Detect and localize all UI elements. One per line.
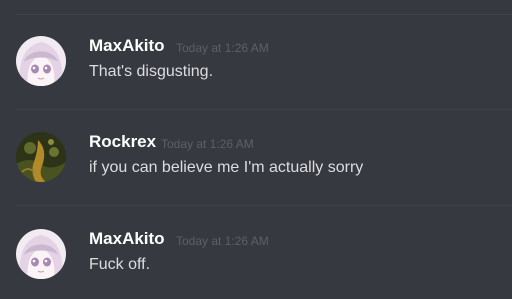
dark-green-art-avatar-icon (16, 132, 66, 182)
message-divider (16, 109, 512, 110)
username[interactable]: Rockrex (89, 132, 156, 152)
avatar[interactable] (16, 132, 66, 182)
username[interactable]: MaxAkito (89, 229, 165, 249)
avatar[interactable] (16, 36, 66, 86)
message-timestamp[interactable]: Today at 1:26 AM (176, 40, 269, 56)
message-content: if you can believe me I'm actually sorry (89, 159, 364, 176)
message-timestamp[interactable]: Today at 1:26 AM (176, 233, 269, 249)
anime-girl-avatar-icon (16, 36, 66, 86)
username[interactable]: MaxAkito (89, 36, 165, 56)
message-timestamp[interactable]: Today at 1:26 AM (161, 136, 254, 152)
message-divider (16, 205, 512, 206)
message-content: That's disgusting. (89, 63, 214, 80)
message-divider (16, 14, 512, 15)
anime-girl-avatar-icon (16, 229, 66, 279)
message-group: Rockrex Today at 1:26 AM if you can beli… (0, 132, 512, 202)
message-group: MaxAkito Today at 1:26 AM Fuck off. (0, 229, 512, 299)
message-content: Fuck off. (89, 256, 151, 273)
avatar[interactable] (16, 229, 66, 279)
message-group: MaxAkito Today at 1:26 AM That's disgust… (0, 36, 512, 106)
